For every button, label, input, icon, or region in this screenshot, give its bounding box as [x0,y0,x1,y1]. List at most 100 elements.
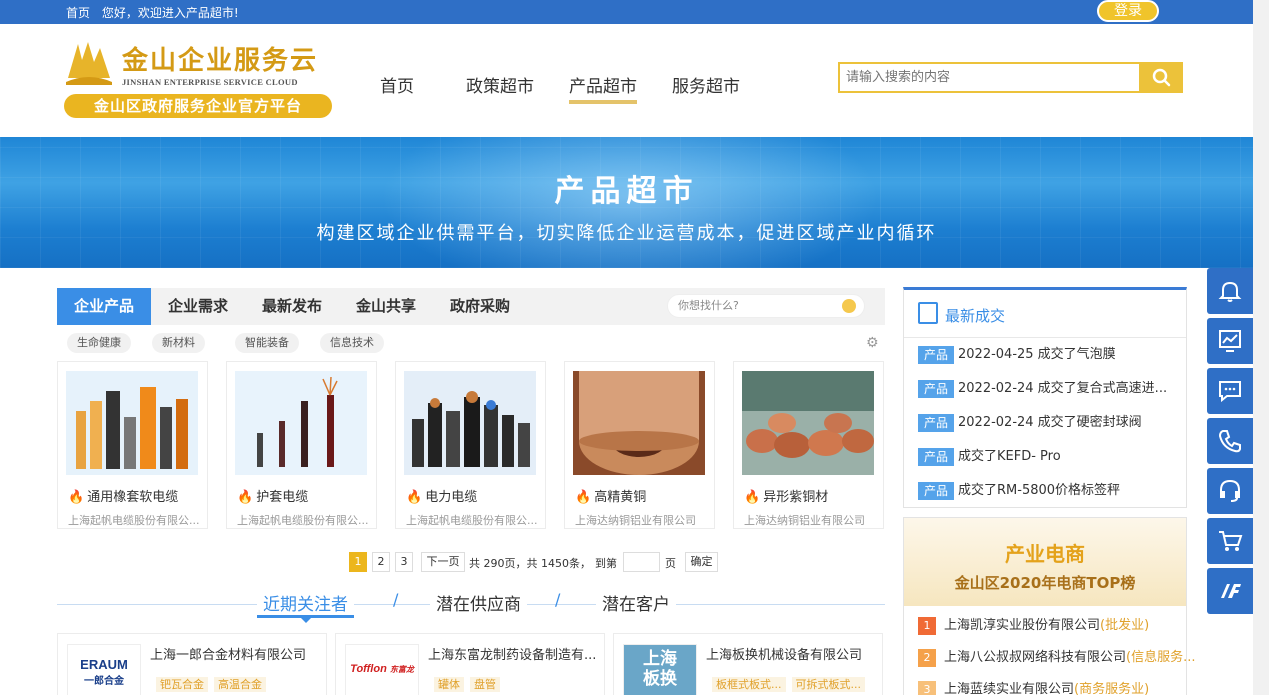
page-1[interactable]: 1 [349,552,367,572]
analytics-button[interactable] [1207,318,1253,364]
deal-badge: 产品 [918,380,954,398]
goto-label: 到第 [595,557,617,570]
tab-latest-release[interactable]: 最新发布 [245,288,339,325]
supplier-tags: 钯瓦合金 高温合金 [156,676,272,692]
home-link[interactable]: 首页 [66,6,90,20]
cart-icon [1219,531,1243,551]
supplier-card[interactable]: 上海 板换 上海板换机械设备有限公司 板框式板式... 可拆式板式... [613,633,883,695]
supplier-logo: ERAUM 一郎合金 [67,644,141,695]
goto-page-input[interactable] [623,552,660,572]
nav-item-policy[interactable]: 政策超市 [466,72,534,97]
product-card[interactable]: 🔥 电力电缆 上海起帆电缆股份有限公... [395,361,546,529]
tab-enterprise-demand[interactable]: 企业需求 [151,288,245,325]
category-chip[interactable]: 生命健康 [67,333,131,353]
product-card[interactable]: 🔥 异形紫铜材 上海达纳铜铝业有限公司 [733,361,884,529]
ecommerce-subtitle: 金山区2020年电商TOP榜 [954,574,1136,592]
deal-badge: 产品 [918,448,954,466]
find-search-icon[interactable] [842,299,856,313]
tab-enterprise-products[interactable]: 企业产品 [57,288,151,325]
hot-icon: 🔥 [575,490,592,505]
tab-recent-followers[interactable]: 近期关注者 [257,590,354,623]
find-placeholder: 你想找什么? [678,299,739,312]
logo-subtitle: 金山区政府服务企业官方平台 [64,94,332,118]
support-button[interactable] [1207,468,1253,514]
tab-jinshan-share[interactable]: 金山共享 [339,288,433,325]
rank-item[interactable]: 1 上海凯淳实业股份有限公司(批发业) [918,614,1186,635]
rank-item[interactable]: 2 上海八公叔叔网络科技有限公司(信息服务... [918,646,1196,667]
supplier-name: 上海板换机械设备有限公司 [706,648,863,663]
category-chip[interactable]: 新材料 [152,333,205,353]
supplier-card[interactable]: ERAUM 一郎合金 上海一郎合金材料有限公司 钯瓦合金 高温合金 [57,633,327,695]
supplier-name: 上海一郎合金材料有限公司 [150,648,307,663]
deal-item[interactable]: 产品 2022-04-25 成交了气泡膜 [918,346,1180,366]
message-button[interactable] [1207,368,1253,414]
nav-item-products[interactable]: 产品超市 [569,72,637,104]
hot-icon: 🔥 [744,490,761,505]
nav-item-home[interactable]: 首页 [380,72,414,97]
scrollbar-track[interactable] [1253,0,1269,695]
category-chip[interactable]: 信息技术 [320,333,384,353]
gear-icon[interactable]: ⚙ [866,335,879,351]
search-button[interactable] [1139,62,1183,93]
login-button[interactable]: 登录 [1097,0,1159,22]
deals-header: 最新成交 [904,290,1186,338]
product-image [66,371,198,475]
product-name: 🔥 护套电缆 [237,490,309,505]
rank-item[interactable]: 3 上海蓝续实业有限公司(商务服务业) [918,678,1186,695]
supplier-logo: Tofflon 东富龙 [345,644,419,695]
product-card[interactable]: 🔥 护套电缆 上海起帆电缆股份有限公... [226,361,377,529]
supplier-card[interactable]: Tofflon 东富龙 上海东富龙制药设备制造有... 罐体 盘管 [335,633,605,695]
phone-button[interactable] [1207,418,1253,464]
tab-potential-suppliers[interactable]: 潜在供应商 [430,590,527,615]
page-suffix: 页 [665,557,676,570]
nav-item-services[interactable]: 服务超市 [672,72,740,97]
site-search [838,62,1183,93]
hero-banner: 产品超市 构建区域企业供需平台，切实降低企业运营成本，促进区域产业内循环 [0,137,1253,268]
product-image [573,371,705,475]
page-2[interactable]: 2 [372,552,390,572]
banner-title: 产品超市 [554,174,699,209]
product-card[interactable]: 🔥 通用橡套软电缆 上海起帆电缆股份有限公... [57,361,208,529]
product-name: 🔥 通用橡套软电缆 [68,490,179,505]
notification-button[interactable] [1207,268,1253,314]
deal-item[interactable]: 产品 2022-02-24 成交了复合式高速进... [918,380,1180,400]
deal-item[interactable]: 产品 成交了RM-5800价格标签秤 [918,482,1180,502]
page-summary: 共 290页，共 1450条， [469,557,591,570]
category-chip[interactable]: 智能装备 [235,333,299,353]
hot-icon: 🔥 [68,490,85,505]
tab-gov-purchase[interactable]: 政府采购 [433,288,527,325]
deal-item[interactable]: 产品 2022-02-24 成交了硬密封球阀 [918,414,1180,434]
brand-button[interactable] [1207,568,1253,614]
category-filters: 生命健康 新材料 智能装备 信息技术 ⚙ [57,333,885,353]
ecommerce-banner[interactable]: 产业电商 金山区2020年电商TOP榜 [904,518,1186,606]
search-input[interactable] [838,62,1139,93]
product-company: 上海达纳铜铝业有限公司 [575,514,696,527]
tab-potential-customers[interactable]: 潜在客户 [596,590,676,615]
cart-button[interactable] [1207,518,1253,564]
latest-deals-panel: 最新成交 产品 2022-04-25 成交了气泡膜 产品 2022-02-24 成交… [903,287,1187,508]
page-3[interactable]: 3 [395,552,413,572]
deals-title: 最新成交 [945,307,1006,325]
rank-number: 3 [918,681,936,695]
next-page-button[interactable]: 下一页 [421,552,465,572]
rank-number: 1 [918,617,936,635]
logo-icon [1221,584,1241,598]
deal-badge: 产品 [918,346,954,364]
deal-item[interactable]: 产品 成交了KEFD- Pro [918,448,1180,468]
confirm-button[interactable]: 确定 [685,552,718,572]
product-tabs: 企业产品 企业需求 最新发布 金山共享 政府采购 你想找什么? [57,288,885,325]
banner-subtitle: 构建区域企业供需平台，切实降低企业运营成本，促进区域产业内循环 [316,223,937,244]
site-logo[interactable]: 金山企业服务云 JINSHAN ENTERPRISE SERVICE CLOUD… [64,36,332,120]
product-image [742,371,874,475]
supplier-tags: 板框式板式... 可拆式板式... [712,676,871,692]
supplier-tabs: 近期关注者 / 潜在供应商 / 潜在客户 [57,590,885,630]
search-icon [1152,68,1171,87]
find-input[interactable]: 你想找什么? [667,294,865,318]
headset-icon [1220,479,1240,502]
bell-icon [1218,281,1242,302]
product-card[interactable]: 🔥 高精黄铜 上海达纳铜铝业有限公司 [564,361,715,529]
top-bar: 首页 您好，欢迎进入产品超市! 登录 [0,0,1253,24]
tab-separator: / [393,590,399,609]
product-name: 🔥 高精黄铜 [575,490,647,505]
ecommerce-panel: 产业电商 金山区2020年电商TOP榜 1 上海凯淳实业股份有限公司(批发业) 2… [903,517,1196,695]
